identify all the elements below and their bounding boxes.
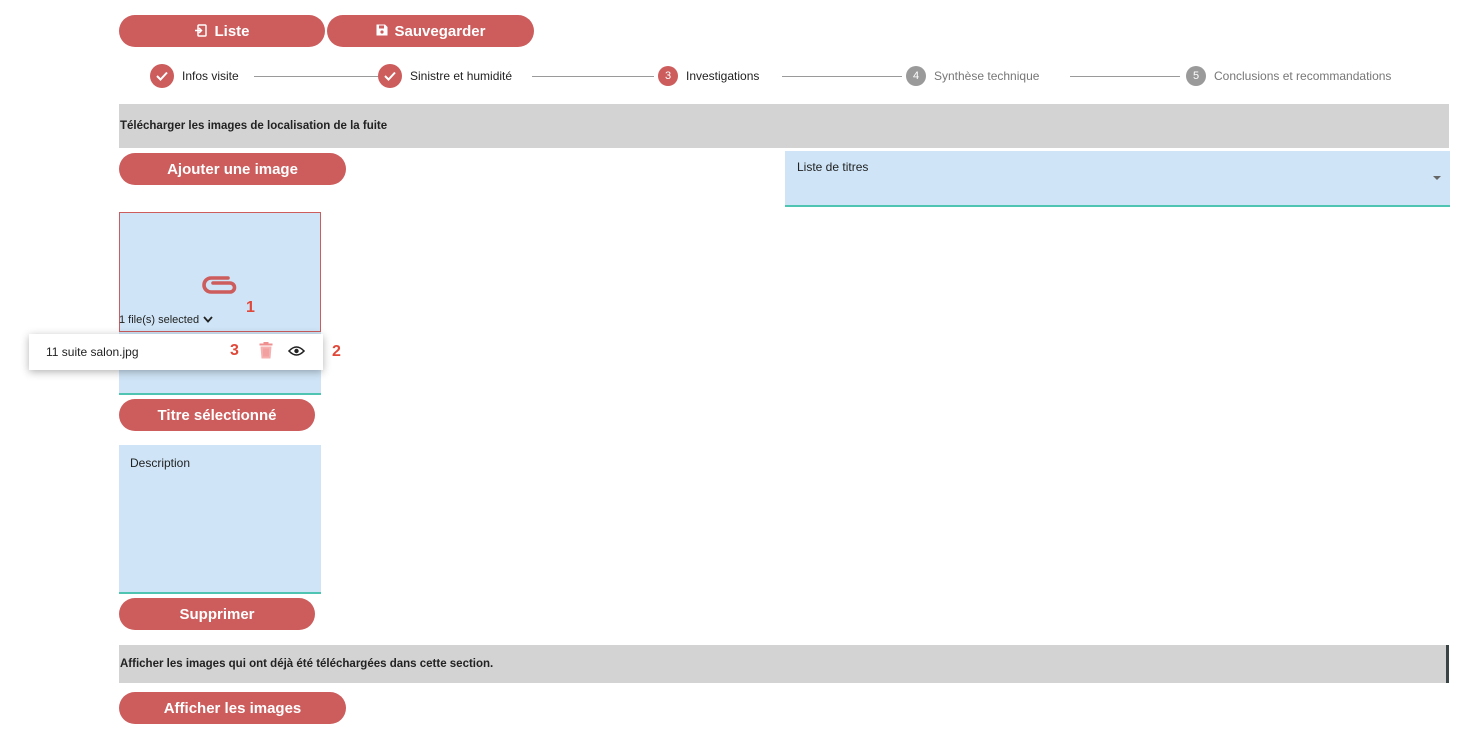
description-placeholder: Description bbox=[130, 456, 191, 470]
paperclip-icon bbox=[200, 271, 240, 303]
step-sinistre-humidite[interactable]: Sinistre et humidité bbox=[378, 63, 519, 89]
step-conclusions[interactable]: 5 Conclusions et recommandations bbox=[1184, 63, 1398, 89]
progress-stepper: Infos visite Sinistre et humidité 3 Inve… bbox=[150, 63, 1430, 89]
step-number: 5 bbox=[1186, 66, 1206, 86]
show-images-button[interactable]: Afficher les images bbox=[119, 692, 346, 724]
chevron-down-icon bbox=[203, 314, 213, 326]
delete-button[interactable]: Supprimer bbox=[119, 598, 315, 630]
stepper-connector bbox=[532, 76, 654, 77]
annotation-marker-2: 2 bbox=[332, 343, 341, 360]
save-button[interactable]: Sauvegarder bbox=[327, 15, 534, 47]
eye-icon[interactable] bbox=[287, 345, 306, 360]
step-label: Sinistre et humidité bbox=[410, 69, 513, 83]
annotation-marker-3: 3 bbox=[230, 342, 239, 359]
add-image-button[interactable]: Ajouter une image bbox=[119, 153, 346, 185]
check-icon bbox=[378, 64, 402, 88]
selected-title-button[interactable]: Titre sélectionné bbox=[119, 399, 315, 431]
dropdown-arrow-icon bbox=[1433, 176, 1441, 180]
step-investigations[interactable]: 3 Investigations bbox=[656, 63, 766, 89]
titles-select-value: Liste de titres bbox=[797, 160, 869, 174]
annotation-marker-1: 1 bbox=[246, 299, 255, 316]
step-label: Conclusions et recommandations bbox=[1214, 69, 1392, 83]
check-icon bbox=[150, 64, 174, 88]
save-button-label: Sauvegarder bbox=[394, 22, 486, 40]
file-name: 11 suite salon.jpg bbox=[46, 345, 139, 359]
floppy-disk-icon bbox=[376, 24, 388, 38]
file-list-popup: 11 suite salon.jpg 3 bbox=[29, 334, 323, 370]
upload-section-header: Télécharger les images de localisation d… bbox=[119, 104, 1449, 148]
titles-select[interactable]: Liste de titres bbox=[785, 151, 1450, 207]
gallery-section-header: Afficher les images qui ont déjà été tél… bbox=[119, 645, 1449, 683]
show-images-label: Afficher les images bbox=[163, 699, 302, 717]
delete-label: Supprimer bbox=[179, 605, 255, 623]
stepper-connector bbox=[1070, 76, 1180, 77]
step-infos-visite[interactable]: Infos visite bbox=[150, 63, 245, 89]
step-synthese-technique[interactable]: 4 Synthèse technique bbox=[904, 63, 1046, 89]
file-count-toggle[interactable]: 1 file(s) selected bbox=[119, 314, 213, 326]
step-label: Investigations bbox=[686, 69, 760, 83]
sign-in-icon bbox=[194, 23, 208, 39]
trash-icon[interactable] bbox=[259, 342, 273, 362]
selected-title-label: Titre sélectionné bbox=[157, 406, 277, 424]
step-number: 4 bbox=[906, 66, 926, 86]
file-count-text: 1 file(s) selected bbox=[119, 314, 200, 326]
step-label: Infos visite bbox=[182, 69, 239, 83]
step-number: 3 bbox=[658, 66, 678, 86]
section-title: Afficher les images qui ont déjà été tél… bbox=[120, 658, 494, 670]
section-title: Télécharger les images de localisation d… bbox=[120, 120, 388, 132]
step-label: Synthèse technique bbox=[934, 69, 1040, 83]
list-button-label: Liste bbox=[214, 22, 250, 40]
description-field[interactable]: Description bbox=[119, 445, 321, 594]
list-button[interactable]: Liste bbox=[119, 15, 325, 47]
stepper-connector bbox=[782, 76, 902, 77]
add-image-label: Ajouter une image bbox=[167, 160, 298, 178]
